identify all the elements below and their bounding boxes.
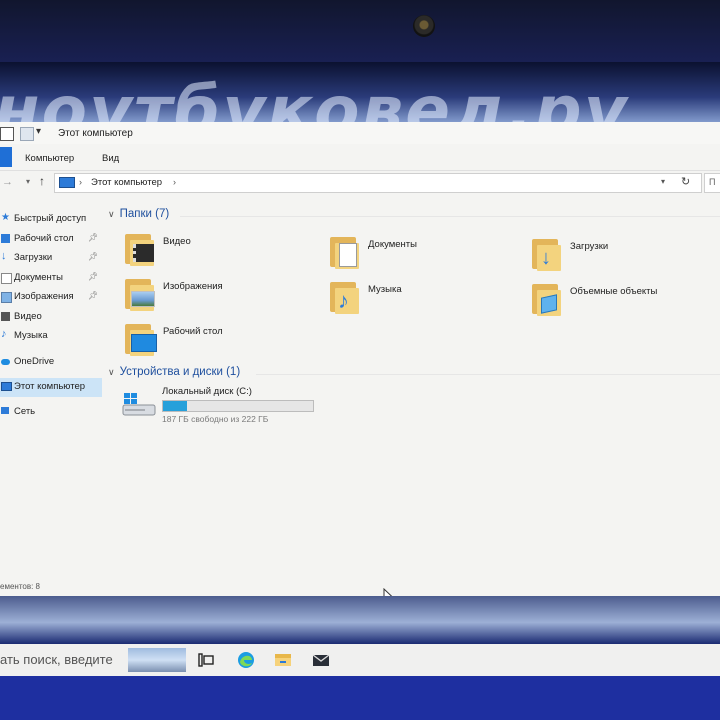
breadcrumb-this-pc[interactable]: Этот компьютер: [91, 177, 162, 188]
tab-view[interactable]: Вид: [102, 153, 119, 164]
search-placeholder: П: [709, 177, 716, 187]
download-arrow-icon: ↓: [1, 250, 7, 262]
folder-3d-objects[interactable]: Объемные объекты: [532, 280, 720, 324]
folder-pictures[interactable]: Изображения: [125, 275, 315, 319]
cloud-icon: [1, 359, 10, 365]
recent-locations-icon[interactable]: ▾: [26, 177, 30, 186]
3d-objects-folder-icon: [532, 280, 562, 316]
address-dropdown-icon[interactable]: ▾: [661, 177, 665, 186]
sidebar-item-onedrive[interactable]: OneDrive: [0, 353, 102, 372]
document-icon: [1, 273, 12, 284]
star-icon: ★: [1, 212, 10, 223]
pin-icon[interactable]: 📌︎: [88, 252, 98, 261]
file-explorer-taskbar-icon[interactable]: [273, 650, 293, 670]
status-item-count: ементов: 8: [0, 582, 40, 591]
computer-icon: [1, 382, 12, 391]
pin-icon[interactable]: 📌︎: [88, 291, 98, 300]
tab-computer[interactable]: Компьютер: [25, 153, 74, 164]
drive-usage-bar: [162, 400, 314, 412]
quick-access-dropdown-icon[interactable]: ▾: [36, 126, 41, 137]
chevron-down-icon: ∨: [108, 367, 115, 377]
picture-icon: [1, 292, 12, 303]
breadcrumb-chevron-icon[interactable]: ›: [79, 177, 82, 187]
sidebar-item-this-pc[interactable]: Этот компьютер: [0, 378, 102, 397]
sidebar-item-videos[interactable]: Видео: [0, 308, 102, 327]
title-bar: ▾ Этот компьютер: [0, 122, 720, 144]
sidebar-item-documents[interactable]: Документы 📌︎: [0, 269, 102, 288]
sidebar-item-quick-access[interactable]: ★ Быстрый доступ: [0, 210, 102, 229]
search-input[interactable]: П: [704, 173, 720, 193]
music-note-icon: ♪: [1, 328, 7, 340]
folder-music[interactable]: ♪ Музыка: [330, 278, 520, 322]
folder-videos[interactable]: Видео: [125, 230, 315, 274]
quick-access-properties-icon[interactable]: [0, 127, 14, 141]
sidebar-item-desktop[interactable]: Рабочий стол 📌︎: [0, 230, 102, 249]
tab-file[interactable]: [0, 147, 12, 167]
mail-icon[interactable]: [311, 650, 331, 670]
folders-group-header[interactable]: ∨ Папки (7): [108, 208, 169, 220]
network-icon: [1, 407, 9, 414]
local-disk-c[interactable]: Локальный диск (C:) 187 ГБ свободно из 2…: [120, 386, 320, 430]
window-title: Этот компьютер: [58, 128, 133, 139]
drive-usage-fill: [163, 401, 187, 411]
drive-free-space: 187 ГБ свободно из 222 ГБ: [162, 414, 269, 424]
downloads-folder-icon: ↓: [532, 235, 562, 271]
devices-group-header[interactable]: ∨ Устройства и диски (1): [108, 366, 240, 378]
search-highlight-image: [128, 648, 186, 672]
sidebar-item-network[interactable]: Сеть: [0, 403, 102, 422]
ribbon: Компьютер Вид: [0, 144, 720, 171]
address-bar[interactable]: › Этот компьютер › ▾ ↻: [54, 173, 702, 193]
chevron-down-icon: ∨: [108, 209, 115, 219]
folder-desktop[interactable]: Рабочий стол: [125, 320, 315, 364]
task-view-icon[interactable]: [196, 650, 216, 670]
pictures-folder-icon: [125, 275, 155, 311]
file-explorer-window: ▾ Этот компьютер Компьютер Вид → ▾ ↑ › Э…: [0, 122, 720, 606]
taskbar-search-input[interactable]: ать поиск, введите: [0, 652, 113, 667]
computer-icon: [59, 177, 75, 188]
sidebar-item-music[interactable]: ♪ Музыка: [0, 327, 102, 346]
up-arrow-icon[interactable]: ↑: [39, 174, 45, 188]
drive-label: Локальный диск (C:): [162, 386, 252, 397]
webcam: [413, 15, 435, 37]
video-folder-icon: [125, 230, 155, 266]
refresh-icon[interactable]: ↻: [681, 175, 690, 188]
quick-access-new-folder-icon[interactable]: [20, 127, 34, 141]
breadcrumb-chevron-icon[interactable]: ›: [173, 177, 176, 187]
hard-drive-icon: [122, 393, 156, 416]
documents-folder-icon: [330, 233, 360, 269]
taskbar: ать поиск, введите: [0, 644, 720, 676]
film-icon: [1, 312, 10, 321]
desktop-wallpaper-bottom: [0, 596, 720, 644]
laptop-bezel: [0, 0, 720, 68]
desktop-icon: [1, 234, 10, 243]
address-row: → ▾ ↑ › Этот компьютер › ▾ ↻ П: [0, 170, 720, 196]
group-divider: [180, 216, 720, 217]
sidebar-item-downloads[interactable]: ↓ Загрузки 📌︎: [0, 249, 102, 268]
group-divider: [256, 374, 720, 375]
desktop-folder-icon: [125, 320, 157, 356]
edge-browser-icon[interactable]: [236, 650, 256, 670]
folder-documents[interactable]: Документы: [330, 233, 520, 277]
pin-icon[interactable]: 📌︎: [88, 233, 98, 242]
forward-arrow-icon[interactable]: →: [2, 176, 13, 188]
laptop-bottom-bezel: [0, 676, 720, 720]
folder-downloads[interactable]: ↓ Загрузки: [532, 235, 720, 279]
music-folder-icon: ♪: [330, 278, 360, 314]
sidebar-item-pictures[interactable]: Изображения 📌︎: [0, 288, 102, 307]
pin-icon[interactable]: 📌︎: [88, 272, 98, 281]
